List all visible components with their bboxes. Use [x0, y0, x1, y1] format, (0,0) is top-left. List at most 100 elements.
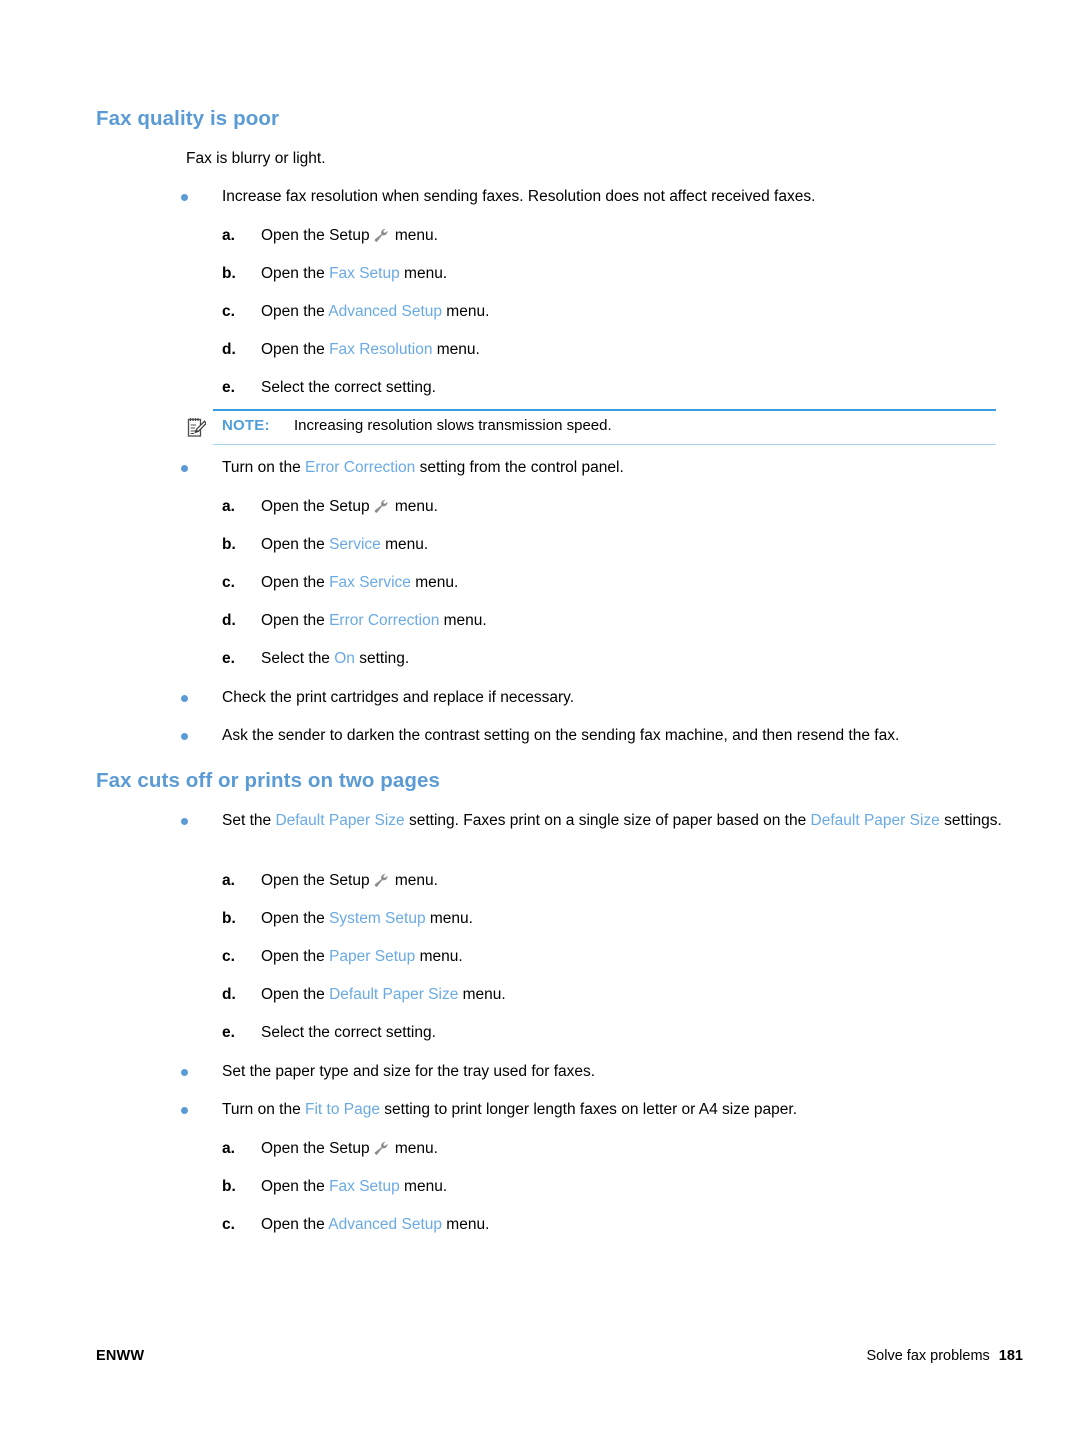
ui-token-fax-setup: Fax Setup	[329, 265, 400, 282]
step-marker: b.	[222, 910, 236, 927]
page-footer: ENWW Solve fax problems 181	[0, 1348, 1080, 1372]
step-row-b: b. Open the Fax Setup menu.	[222, 1176, 982, 1197]
note-label: NOTE:	[222, 417, 270, 434]
step-text: Open the Setup menu.	[261, 225, 982, 246]
ui-token-fax-setup: Fax Setup	[329, 1178, 400, 1195]
ui-token-fit-to-page: Fit to Page	[305, 1101, 380, 1118]
list-item-text-segment: settings.	[939, 812, 1002, 829]
step-row-a: a. Open the Setup menu.	[222, 225, 982, 246]
step-text-suffix: menu.	[390, 498, 438, 515]
step-text-suffix: menu.	[439, 612, 487, 629]
ui-token-advanced-setup: Advanced Setup	[328, 1216, 442, 1233]
footer-chapter: Solve fax problems 181	[866, 1348, 1023, 1364]
step-marker: c.	[222, 1216, 235, 1233]
bullet-dot-icon	[181, 695, 188, 702]
step-text: Open the Error Correction menu.	[261, 610, 982, 631]
step-text: Open the Fax Setup menu.	[261, 263, 982, 284]
step-text-suffix: menu.	[425, 910, 473, 927]
bullet-dot-icon	[181, 733, 188, 740]
step-text: Open the Fax Service menu.	[261, 572, 982, 593]
list-item-text-segment: Turn on the	[222, 1101, 306, 1118]
ui-token-paper-setup: Paper Setup	[329, 948, 416, 965]
step-marker: b.	[222, 1178, 236, 1195]
step-marker: e.	[222, 379, 235, 396]
ui-token-fax-resolution: Fax Resolution	[329, 341, 433, 358]
step-text: Open the Setup menu.	[261, 1138, 982, 1159]
step-marker: b.	[222, 265, 236, 282]
step-text: Open the Setup menu.	[261, 496, 982, 517]
step-marker: a.	[222, 1140, 235, 1157]
section-heading-fax-quality: Fax quality is poor	[96, 107, 280, 130]
step-marker: a.	[222, 227, 235, 244]
step-marker: a.	[222, 498, 235, 515]
step-marker: e.	[222, 650, 235, 667]
step-text: Open the Service menu.	[261, 534, 982, 555]
note-pencil-icon	[186, 417, 207, 438]
list-item: Set the Default Paper Size setting. Faxe…	[181, 810, 1011, 832]
step-row-a: a. Open the Setup menu.	[222, 870, 982, 891]
step-text-prefix: Open the	[261, 498, 330, 515]
step-text-suffix: menu.	[380, 536, 429, 553]
wrench-icon	[373, 498, 389, 514]
step-text-suffix: setting.	[354, 650, 410, 667]
step-row-b: b. Open the System Setup menu.	[222, 908, 982, 929]
step-marker: d.	[222, 341, 236, 358]
bullet-dot-icon	[181, 1107, 188, 1114]
step-row-c: c. Open the Advanced Setup menu.	[222, 301, 982, 322]
step-text-suffix: menu.	[390, 872, 438, 889]
step-row-a: a. Open the Setup menu.	[222, 496, 982, 517]
step-text-setup: Setup	[329, 1140, 370, 1157]
step-text: Select the correct setting.	[261, 1024, 436, 1041]
step-text-suffix: menu.	[442, 303, 490, 320]
footer-locale-code: ENWW	[96, 1348, 145, 1364]
list-item-text: Check the print cartridges and replace i…	[222, 689, 575, 706]
bullet-dot-icon	[181, 465, 188, 472]
step-text-suffix: menu.	[432, 341, 480, 358]
list-item-text-segment: Increase fax resolution when sending fax…	[222, 188, 816, 205]
footer-page-number: 181	[998, 1348, 1023, 1364]
ui-token-advanced-setup: Advanced Setup	[328, 303, 442, 320]
step-text-suffix: menu.	[390, 227, 438, 244]
step-text-prefix: Open the	[261, 341, 330, 358]
footer-chapter-label: Solve fax problems	[866, 1348, 990, 1364]
step-row-c: c. Open the Advanced Setup menu.	[222, 1214, 982, 1235]
list-item: Turn on the Error Correction setting fro…	[181, 457, 1011, 479]
step-text-suffix: menu.	[390, 1140, 438, 1157]
step-row-e: e. Select the correct setting.	[222, 1022, 982, 1043]
step-text-suffix: menu.	[442, 1216, 490, 1233]
step-text-suffix: menu.	[415, 948, 463, 965]
list-item: Ask the sender to darken the contrast se…	[181, 725, 1011, 747]
step-marker: d.	[222, 612, 236, 629]
step-text-setup: Setup	[329, 498, 370, 515]
list-item-text: Increase fax resolution when sending fax…	[222, 186, 1011, 208]
step-text: Open the Advanced Setup menu.	[261, 1214, 982, 1235]
list-item-text-segment: setting to print longer length faxes on …	[379, 1101, 798, 1118]
intro-paragraph: Fax is blurry or light.	[186, 150, 326, 167]
step-row-e: e. Select the On setting.	[222, 648, 982, 669]
note-callout: NOTE: Increasing resolution slows transm…	[186, 409, 996, 445]
ui-token-service: Service	[329, 536, 381, 553]
ui-token-default-paper-size: Default Paper Size	[275, 812, 405, 829]
list-item-text-segment: setting. Faxes print on a single size of…	[404, 812, 811, 829]
step-text-suffix: menu.	[399, 1178, 448, 1195]
ui-token-on: On	[334, 650, 355, 667]
wrench-icon	[373, 872, 389, 888]
step-text-prefix: Open the	[261, 265, 330, 282]
step-marker: c.	[222, 574, 235, 591]
ui-token-error-correction: Error Correction	[305, 459, 416, 476]
bullet-dot-icon	[181, 818, 188, 825]
step-text-setup: Setup	[329, 872, 370, 889]
step-text: Open the Setup menu.	[261, 870, 982, 891]
step-row-c: c. Open the Fax Service menu.	[222, 572, 982, 593]
bullet-dot-icon	[181, 194, 188, 201]
step-text-prefix: Open the	[261, 1140, 330, 1157]
section-heading-fax-cuts-off: Fax cuts off or prints on two pages	[96, 769, 441, 792]
step-text: Open the Paper Setup menu.	[261, 946, 982, 967]
step-text-prefix: Open the	[261, 1216, 329, 1233]
step-text-suffix: menu.	[458, 986, 506, 1003]
list-item: Check the print cartridges and replace i…	[181, 687, 1011, 709]
step-text-prefix: Open the	[261, 227, 330, 244]
ui-token-system-setup: System Setup	[329, 910, 426, 927]
step-text: Open the Fax Setup menu.	[261, 1176, 982, 1197]
step-text-prefix: Open the	[261, 536, 330, 553]
